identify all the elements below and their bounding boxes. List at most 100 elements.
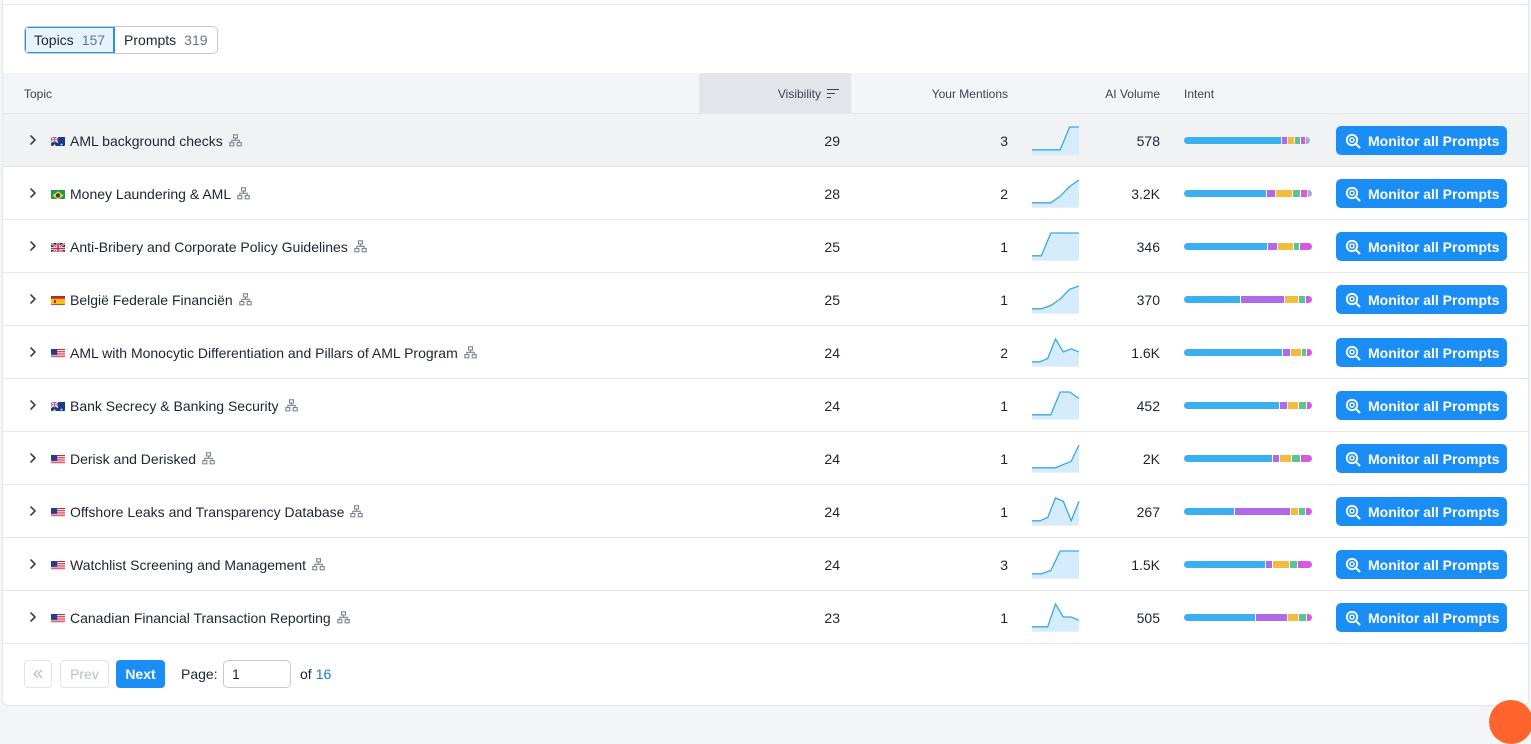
expand-row-button[interactable] bbox=[26, 239, 40, 253]
chevron-right-icon bbox=[26, 239, 40, 253]
country-flag bbox=[51, 135, 65, 146]
topic-name[interactable]: Anti-Bribery and Corporate Policy Guidel… bbox=[70, 239, 348, 255]
visibility-value: 29 bbox=[703, 114, 840, 167]
topic-name-cell: Canadian Financial Transaction Reporting bbox=[70, 591, 350, 644]
trend-sparkline bbox=[1031, 496, 1080, 526]
trend-sparkline bbox=[1031, 549, 1080, 579]
topics-panel: Topics 157 Prompts 319 Topic Visibility … bbox=[2, 0, 1529, 706]
tab-topics[interactable]: Topics 157 bbox=[25, 27, 115, 53]
topic-name[interactable]: Money Laundering & AML bbox=[70, 186, 231, 202]
cluster-tree-icon-wrap[interactable] bbox=[337, 611, 350, 624]
expand-row-button[interactable] bbox=[26, 345, 40, 359]
topic-name-cell: Derisk and Derisked bbox=[70, 432, 215, 485]
intent-bar bbox=[1184, 296, 1312, 303]
column-header-mentions[interactable]: Your Mentions bbox=[883, 73, 1008, 114]
monitor-all-prompts-button[interactable]: Monitor all Prompts bbox=[1336, 179, 1507, 208]
column-header-volume[interactable]: AI Volume bbox=[1083, 73, 1160, 114]
cluster-tree-icon-wrap[interactable] bbox=[239, 293, 252, 306]
view-toggle: Topics 157 Prompts 319 bbox=[24, 26, 218, 54]
table-row[interactable]: AML with Monocytic Differentiation and P… bbox=[3, 326, 1528, 379]
country-flag bbox=[51, 453, 65, 464]
visibility-value: 24 bbox=[703, 485, 840, 538]
topic-name-cell: Watchlist Screening and Management bbox=[70, 538, 325, 591]
expand-row-button[interactable] bbox=[26, 186, 40, 200]
topic-name[interactable]: Bank Secrecy & Banking Security bbox=[70, 398, 279, 414]
cluster-tree-icon bbox=[285, 399, 298, 412]
intent-segment bbox=[1302, 349, 1306, 356]
visibility-value: 24 bbox=[703, 379, 840, 432]
first-page-button[interactable] bbox=[24, 660, 52, 688]
topic-name[interactable]: Derisk and Derisked bbox=[70, 451, 196, 467]
topic-name[interactable]: Canadian Financial Transaction Reporting bbox=[70, 610, 331, 626]
expand-row-button[interactable] bbox=[26, 610, 40, 624]
table-row[interactable]: België Federale Financiën251370Monitor a… bbox=[3, 273, 1528, 326]
flag-usa-icon bbox=[51, 455, 65, 464]
expand-row-button[interactable] bbox=[26, 398, 40, 412]
prev-page-button[interactable]: Prev bbox=[60, 660, 109, 688]
expand-row-button[interactable] bbox=[26, 292, 40, 306]
expand-row-button[interactable] bbox=[26, 557, 40, 571]
table-row[interactable]: Derisk and Derisked2412KMonitor all Prom… bbox=[3, 432, 1528, 485]
monitor-all-prompts-label: Monitor all Prompts bbox=[1368, 398, 1499, 414]
next-page-button[interactable]: Next bbox=[116, 660, 165, 688]
monitor-all-prompts-label: Monitor all Prompts bbox=[1368, 345, 1499, 361]
column-header-visibility[interactable]: Visibility bbox=[699, 73, 851, 114]
monitor-all-prompts-label: Monitor all Prompts bbox=[1368, 504, 1499, 520]
intent-segment bbox=[1184, 243, 1267, 250]
topic-name[interactable]: Offshore Leaks and Transparency Database bbox=[70, 504, 344, 520]
cluster-tree-icon-wrap[interactable] bbox=[202, 452, 215, 465]
cluster-tree-icon-wrap[interactable] bbox=[312, 558, 325, 571]
monitor-all-prompts-button[interactable]: Monitor all Prompts bbox=[1336, 338, 1507, 367]
page-total-count[interactable]: 16 bbox=[316, 666, 332, 682]
intent-segment bbox=[1306, 137, 1310, 144]
cluster-tree-icon bbox=[229, 134, 242, 147]
expand-row-button[interactable] bbox=[26, 133, 40, 147]
table-row[interactable]: Anti-Bribery and Corporate Policy Guidel… bbox=[3, 220, 1528, 273]
table-row[interactable]: Offshore Leaks and Transparency Database… bbox=[3, 485, 1528, 538]
topic-name[interactable]: Watchlist Screening and Management bbox=[70, 557, 306, 573]
topic-name[interactable]: AML background checks bbox=[70, 133, 223, 149]
tab-prompts-label: Prompts bbox=[124, 32, 176, 48]
cluster-tree-icon-wrap[interactable] bbox=[229, 134, 242, 147]
table-row[interactable]: Watchlist Screening and Management2431.5… bbox=[3, 538, 1528, 591]
monitor-all-prompts-label: Monitor all Prompts bbox=[1368, 451, 1499, 467]
intent-segment bbox=[1184, 296, 1240, 303]
expand-row-button[interactable] bbox=[26, 504, 40, 518]
cluster-tree-icon-wrap[interactable] bbox=[237, 187, 250, 200]
table-row[interactable]: AML background checks293578Monitor all P… bbox=[3, 114, 1528, 167]
cluster-tree-icon-wrap[interactable] bbox=[464, 346, 477, 359]
intent-bar bbox=[1184, 137, 1312, 144]
monitor-all-prompts-button[interactable]: Monitor all Prompts bbox=[1336, 232, 1507, 261]
monitor-all-prompts-button[interactable]: Monitor all Prompts bbox=[1336, 550, 1507, 579]
intent-segment bbox=[1306, 508, 1312, 515]
cluster-tree-icon-wrap[interactable] bbox=[350, 505, 363, 518]
table-row[interactable]: Canadian Financial Transaction Reporting… bbox=[3, 591, 1528, 644]
page-number-input[interactable] bbox=[223, 660, 291, 688]
trend-sparkline bbox=[1031, 178, 1080, 208]
table-row[interactable]: Bank Secrecy & Banking Security241452Mon… bbox=[3, 379, 1528, 432]
topic-name-cell: Anti-Bribery and Corporate Policy Guidel… bbox=[70, 220, 367, 273]
monitor-search-icon bbox=[1345, 133, 1361, 149]
monitor-all-prompts-button[interactable]: Monitor all Prompts bbox=[1336, 391, 1507, 420]
ai-volume-value: 267 bbox=[1083, 485, 1160, 538]
monitor-all-prompts-button[interactable]: Monitor all Prompts bbox=[1336, 285, 1507, 314]
trend-sparkline bbox=[1031, 284, 1080, 314]
topic-name[interactable]: België Federale Financiën bbox=[70, 292, 233, 308]
intent-segment bbox=[1280, 455, 1291, 462]
chat-launcher-button[interactable] bbox=[1489, 700, 1531, 744]
monitor-all-prompts-button[interactable]: Monitor all Prompts bbox=[1336, 444, 1507, 473]
monitor-all-prompts-button[interactable]: Monitor all Prompts bbox=[1336, 126, 1507, 155]
flag-usa-icon bbox=[51, 349, 65, 358]
cluster-tree-icon-wrap[interactable] bbox=[285, 399, 298, 412]
cluster-tree-icon-wrap[interactable] bbox=[354, 240, 367, 253]
intent-bar bbox=[1184, 349, 1312, 356]
monitor-all-prompts-button[interactable]: Monitor all Prompts bbox=[1336, 603, 1507, 632]
tab-prompts-count: 319 bbox=[184, 32, 207, 48]
expand-row-button[interactable] bbox=[26, 451, 40, 465]
table-row[interactable]: Money Laundering & AML2823.2KMonitor all… bbox=[3, 167, 1528, 220]
intent-segment bbox=[1283, 349, 1290, 356]
cluster-tree-icon bbox=[202, 452, 215, 465]
tab-prompts[interactable]: Prompts 319 bbox=[115, 27, 216, 53]
monitor-all-prompts-button[interactable]: Monitor all Prompts bbox=[1336, 497, 1507, 526]
topic-name[interactable]: AML with Monocytic Differentiation and P… bbox=[70, 345, 458, 361]
